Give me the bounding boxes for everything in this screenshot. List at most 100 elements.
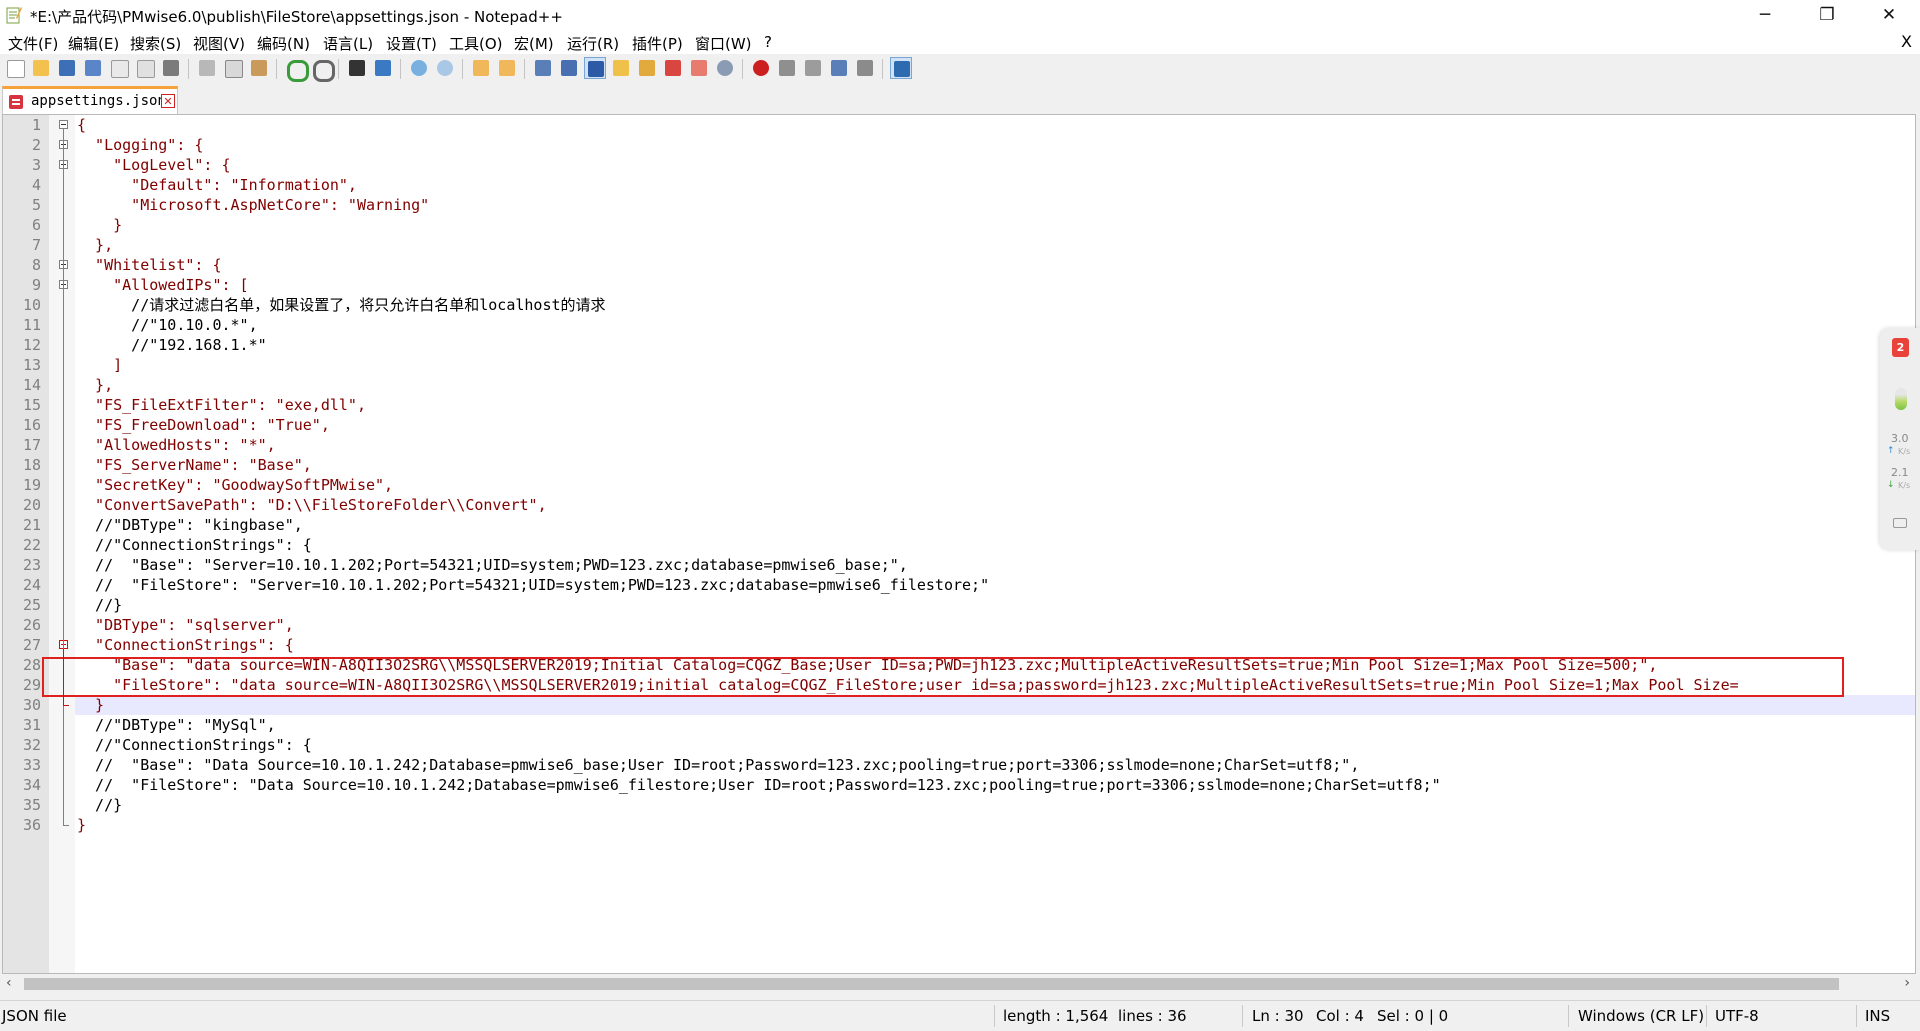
new-file-icon[interactable] (4, 57, 26, 79)
code-line[interactable]: // "Base": "Data Source=10.10.1.242;Data… (77, 755, 1359, 775)
play-macro-icon[interactable] (802, 57, 824, 79)
monitoring-icon[interactable] (714, 57, 736, 79)
code-line[interactable]: "Microsoft.AspNetCore": "Warning" (77, 195, 429, 215)
indent-guide-icon[interactable] (584, 57, 606, 79)
code-line[interactable]: }, (77, 235, 113, 255)
menu-language[interactable]: 语言(L) (323, 33, 373, 54)
close-window-button[interactable]: ✕ (1866, 0, 1912, 30)
word-wrap-icon[interactable] (532, 57, 554, 79)
line-number: 27 (22, 636, 41, 654)
scroll-left-icon[interactable]: ‹ (6, 975, 12, 991)
document-map-icon[interactable] (636, 57, 658, 79)
status-encoding[interactable]: UTF-8 (1715, 1007, 1759, 1025)
close-file-icon[interactable] (108, 57, 130, 79)
scroll-right-icon[interactable]: › (1904, 975, 1910, 991)
code-line[interactable]: "AllowedIPs": [ (77, 275, 248, 295)
menu-plugins[interactable]: 插件(P) (632, 33, 683, 54)
paste-icon[interactable] (248, 57, 270, 79)
open-file-icon[interactable] (30, 57, 52, 79)
code-line[interactable]: //"10.10.0.*", (77, 315, 257, 335)
code-line[interactable]: //"DBType": "kingbase", (77, 515, 303, 535)
menu-edit[interactable]: 编辑(E) (68, 33, 119, 54)
notification-badge[interactable]: 2 (1892, 338, 1909, 357)
cut-icon[interactable] (196, 57, 218, 79)
code-line[interactable]: } (77, 815, 86, 835)
redo-icon[interactable] (310, 57, 335, 82)
function-list-icon[interactable] (662, 57, 684, 79)
save-icon[interactable] (56, 57, 78, 79)
code-line[interactable]: "DBType": "sqlserver", (77, 615, 294, 635)
code-line[interactable]: "FS_ServerName": "Base", (77, 455, 312, 475)
code-line[interactable]: "Logging": { (77, 135, 203, 155)
code-line[interactable]: // "Base": "Server=10.10.1.202;Port=5432… (77, 555, 908, 575)
sync-horizontal-icon[interactable] (496, 57, 518, 79)
undo-icon[interactable] (284, 57, 309, 82)
run-macro-multiple-icon[interactable] (828, 57, 850, 79)
menu-view[interactable]: 视图(V) (193, 33, 245, 54)
code-line[interactable]: "LogLevel": { (77, 155, 230, 175)
menu-encoding[interactable]: 编码(N) (257, 33, 310, 54)
status-eol[interactable]: Windows (CR LF) (1578, 1007, 1704, 1025)
copy-icon[interactable] (222, 57, 244, 79)
code-line[interactable]: //"192.168.1.*" (77, 335, 266, 355)
maximize-button[interactable]: ❐ (1804, 0, 1850, 30)
menu-search[interactable]: 搜索(S) (130, 33, 181, 54)
horizontal-scrollbar[interactable]: ‹ › (2, 974, 1916, 994)
spell-check-icon[interactable] (890, 57, 912, 79)
tab-appsettings-json[interactable]: appsettings.json ✕ (2, 86, 178, 114)
code-line[interactable]: { (77, 115, 86, 135)
close-all-icon[interactable] (134, 57, 156, 79)
code-line[interactable]: //"ConnectionStrings": { (77, 535, 312, 555)
minimize-button[interactable]: ─ (1742, 0, 1788, 30)
menu-settings[interactable]: 设置(T) (386, 33, 437, 54)
code-line[interactable]: "Whitelist": { (77, 255, 221, 275)
find-icon[interactable] (346, 57, 368, 79)
scrollbar-thumb[interactable] (24, 978, 1839, 990)
close-document-button[interactable]: X (1901, 32, 1912, 51)
code-line[interactable]: "SecretKey": "GoodwaySoftPMwise", (77, 475, 393, 495)
show-all-chars-icon[interactable] (558, 57, 580, 79)
menu-file[interactable]: 文件(F) (8, 33, 58, 54)
fold-toggle-icon[interactable] (59, 120, 68, 129)
menu-window[interactable]: 窗口(W) (695, 33, 752, 54)
code-line[interactable]: //} (77, 795, 122, 815)
code-line[interactable]: ] (77, 355, 122, 375)
menu-help[interactable]: ? (764, 33, 772, 51)
zoom-in-icon[interactable] (408, 57, 430, 79)
code-line[interactable]: } (77, 695, 104, 715)
record-macro-icon[interactable] (750, 57, 772, 79)
code-line[interactable]: "ConvertSavePath": "D:\\FileStoreFolder\… (77, 495, 547, 515)
code-line[interactable]: }, (77, 375, 113, 395)
code-line[interactable]: "ConnectionStrings": { (77, 635, 294, 655)
code-line[interactable]: "FS_FreeDownload": "True", (77, 415, 330, 435)
menu-tools[interactable]: 工具(O) (449, 33, 503, 54)
code-line[interactable]: //"ConnectionStrings": { (77, 735, 312, 755)
code-line[interactable]: // "FileStore": "Data Source=10.10.1.242… (77, 775, 1441, 795)
code-line[interactable]: } (77, 215, 122, 235)
sync-vertical-icon[interactable] (470, 57, 492, 79)
camera-icon[interactable] (1893, 518, 1907, 528)
folder-workspace-icon[interactable] (688, 57, 710, 79)
code-line[interactable]: //} (77, 595, 122, 615)
save-macro-icon[interactable] (854, 57, 876, 79)
code-area[interactable]: { "Logging": { "LogLevel": { "Default": … (75, 115, 1915, 973)
code-line[interactable]: "Default": "Information", (77, 175, 357, 195)
fold-margin[interactable] (49, 115, 75, 973)
code-line[interactable]: "FS_FileExtFilter": "exe,dll", (77, 395, 366, 415)
status-insert-mode[interactable]: INS (1865, 1007, 1890, 1025)
tab-close-icon[interactable]: ✕ (161, 94, 175, 108)
stop-record-icon[interactable] (776, 57, 798, 79)
menu-run[interactable]: 运行(R) (567, 33, 619, 54)
menu-macro[interactable]: 宏(M) (514, 33, 554, 54)
code-line[interactable]: //请求过滤白名单，如果设置了，将只允许白名单和localhost的请求 (77, 295, 605, 315)
print-icon[interactable] (160, 57, 182, 79)
zoom-out-icon[interactable] (434, 57, 456, 79)
code-line[interactable]: // "FileStore": "Server=10.10.1.202;Port… (77, 575, 989, 595)
save-all-icon[interactable] (82, 57, 104, 79)
code-line[interactable]: "AllowedHosts": "*", (77, 435, 276, 455)
code-line[interactable]: //"DBType": "MySql", (77, 715, 276, 735)
editor[interactable]: { "Logging": { "LogLevel": { "Default": … (2, 114, 1916, 974)
floating-monitor-panel[interactable]: 2 3.0 ↑ K/s 2.1 ↓ K/s (1880, 328, 1920, 550)
user-defined-lang-icon[interactable] (610, 57, 632, 79)
replace-icon[interactable] (372, 57, 394, 79)
